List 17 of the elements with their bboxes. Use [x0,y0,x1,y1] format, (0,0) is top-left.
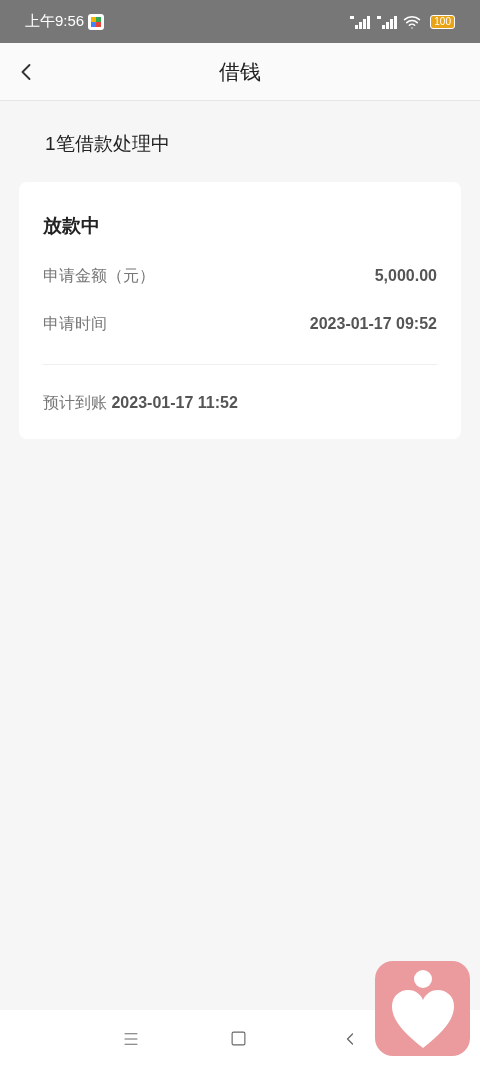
arrival-estimate: 预计到账 2023-01-17 11:52 [43,394,238,411]
row-value: 2023-01-17 09:52 [309,314,437,334]
page-title: 借钱 [219,58,261,85]
signal-icon [349,14,372,29]
home-icon [230,1030,247,1047]
signal-icon [376,14,399,29]
home-button[interactable] [230,1030,247,1047]
row-value: 5,000.00 [374,266,437,286]
loan-status: 放款中 [43,213,101,238]
heart-icon [389,969,456,1048]
row-label: 申请金额（元） [43,266,155,286]
battery-icon: 100 [430,14,455,29]
row-label: 申请时间 [43,314,107,334]
floating-app-icon[interactable] [375,961,470,1056]
status-time: 上午9:56 [25,11,85,32]
loan-summary: 1笔借款处理中 [45,132,171,156]
app-icon [88,13,105,30]
